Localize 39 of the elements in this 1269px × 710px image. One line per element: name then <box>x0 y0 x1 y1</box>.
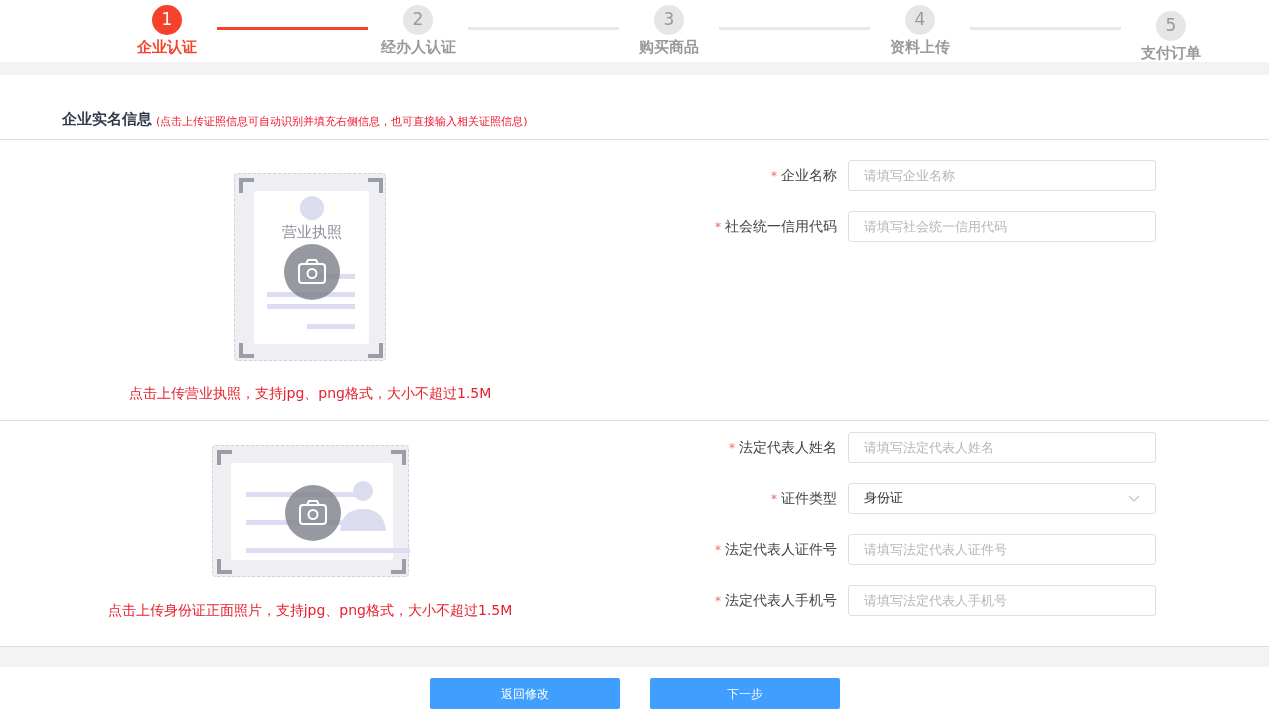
step-number[interactable]: 2 <box>403 5 433 35</box>
chevron-down-icon <box>1128 494 1140 503</box>
next-button[interactable]: 下一步 <box>649 678 840 709</box>
select-field[interactable]: 身份证 <box>848 483 1156 514</box>
step-label[interactable]: 企业认证 <box>137 36 197 59</box>
section-note: (点击上传证照信息可自动识别并填充右侧信息，也可直接输入相关证照信息) <box>156 113 528 130</box>
input-field[interactable]: 请填写法定代表人证件号 <box>848 534 1156 565</box>
input-field[interactable]: 请填写法定代表人手机号 <box>848 585 1156 616</box>
select-value: 身份证 <box>864 489 903 508</box>
input-field[interactable]: 请填写企业名称 <box>848 160 1156 191</box>
step-label[interactable]: 经办人认证 <box>380 36 456 59</box>
upload-hint: 点击上传身份证正面照片，支持jpg、png格式，大小不超过1.5M <box>107 601 513 620</box>
field-label: 社会统一信用代码 <box>725 218 837 234</box>
required-mark: * <box>715 543 721 557</box>
upload-area[interactable]: 营业执照 <box>234 173 386 361</box>
step-number[interactable]: 5 <box>1156 11 1186 41</box>
required-mark: * <box>771 169 777 183</box>
section-title: 企业实名信息 <box>62 108 152 130</box>
field-label: 证件类型 <box>781 490 837 506</box>
input-field[interactable]: 请填写法定代表人姓名 <box>848 432 1156 463</box>
field-label: 法定代表人证件号 <box>725 541 837 557</box>
step-label[interactable]: 资料上传 <box>890 36 950 59</box>
step-label[interactable]: 支付订单 <box>1141 42 1201 65</box>
step-number[interactable]: 4 <box>905 5 935 35</box>
field-label: 法定代表人手机号 <box>725 592 837 608</box>
camera-icon <box>284 485 341 541</box>
license-title: 营业执照 <box>282 223 342 241</box>
back-button[interactable]: 返回修改 <box>429 678 620 709</box>
required-mark: * <box>715 594 721 608</box>
step-number[interactable]: 3 <box>654 5 684 35</box>
field-label: 法定代表人姓名 <box>739 439 837 455</box>
upload-hint: 点击上传营业执照，支持jpg、png格式，大小不超过1.5M <box>128 384 492 403</box>
required-mark: * <box>771 492 777 506</box>
step-label[interactable]: 购买商品 <box>639 36 699 59</box>
step-number[interactable]: 1 <box>152 5 182 35</box>
required-mark: * <box>715 220 721 234</box>
camera-icon <box>284 244 340 300</box>
required-mark: * <box>729 441 735 455</box>
field-label: 企业名称 <box>781 167 837 183</box>
